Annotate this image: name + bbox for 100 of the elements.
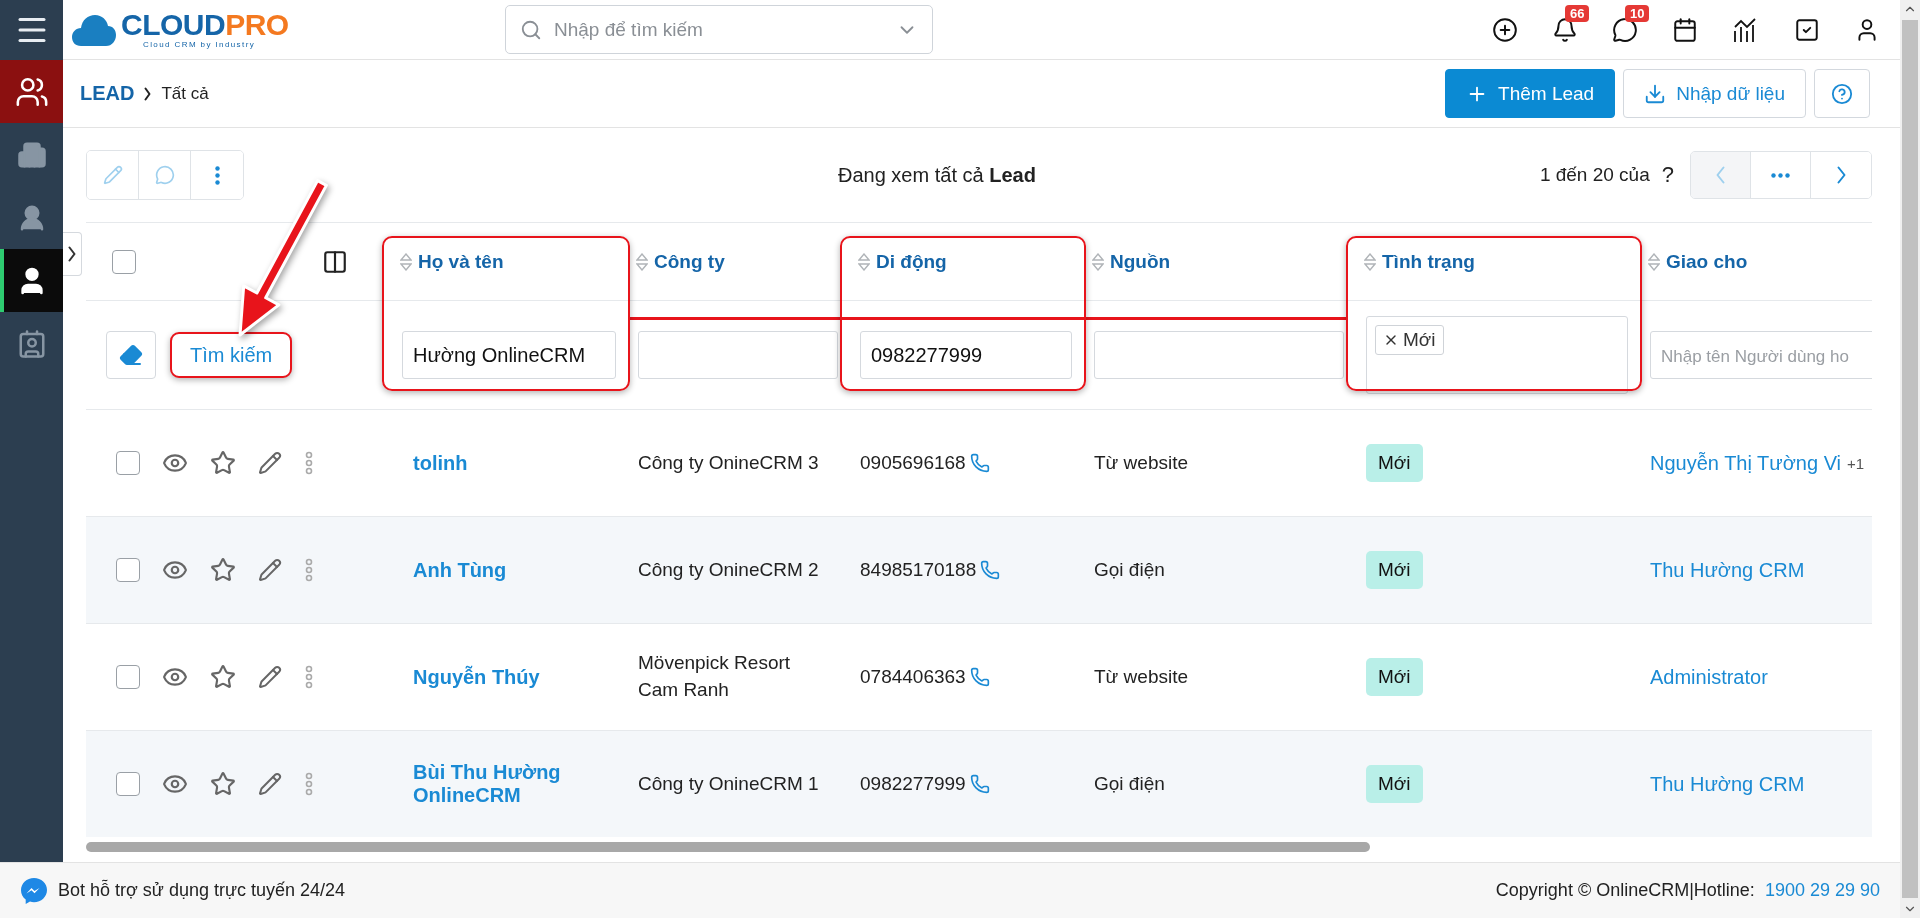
search-button[interactable]: Tìm kiếm [170, 332, 293, 378]
filter-tag[interactable]: Mới [1375, 325, 1444, 355]
sort-icon [858, 252, 870, 271]
contact-card-icon [16, 328, 47, 359]
download-icon [1644, 82, 1667, 105]
page-range: 1 đến 20 của [1539, 164, 1650, 186]
chevron-left-icon [1716, 166, 1725, 184]
more-icon [304, 772, 314, 796]
select-all-checkbox[interactable] [112, 249, 136, 274]
lead-name-link[interactable]: Anh Tùng [402, 558, 507, 582]
favorite-button[interactable] [210, 450, 236, 476]
filter-input[interactable]: Hường OnlineCRM [402, 331, 616, 379]
row-checkbox[interactable] [116, 772, 140, 796]
clear-filter-button[interactable] [106, 331, 156, 379]
hotline-link[interactable]: 1900 29 29 90 [1764, 880, 1880, 901]
row-checkbox[interactable] [116, 451, 140, 475]
checkbox-icon [1794, 16, 1820, 43]
more-button[interactable] [304, 451, 314, 475]
edit-button[interactable] [258, 558, 282, 582]
calendar-icon [1672, 16, 1698, 43]
phone-icon[interactable] [980, 560, 1001, 580]
sidebar-item[interactable] [0, 60, 63, 123]
search-icon [520, 18, 542, 41]
column-header[interactable]: Tình trạng [1352, 223, 1636, 301]
source-text: Gọi điện [1094, 773, 1165, 795]
more-button[interactable] [304, 558, 314, 582]
column-header[interactable]: Di động [846, 223, 1080, 301]
column-header[interactable]: Công ty [624, 223, 846, 301]
extra-count: +1 [1847, 454, 1865, 472]
star-icon [210, 771, 236, 797]
assignee-link[interactable]: Thu Hường CRM [1650, 558, 1805, 582]
assignee-link[interactable]: Nguyễn Thị Tường Vi [1650, 451, 1842, 475]
assignee-link[interactable]: Thu Hường CRM [1650, 772, 1805, 796]
assignee-link[interactable]: Administrator [1650, 665, 1768, 689]
bell-icon [1552, 16, 1578, 43]
more-button[interactable] [304, 665, 314, 689]
favorite-button[interactable] [210, 664, 236, 690]
sort-icon [400, 252, 412, 271]
add-button[interactable]: Thêm Lead [1445, 69, 1616, 118]
header-icon-button[interactable]: 10 [1612, 4, 1654, 43]
more-icon [214, 165, 220, 185]
company-text: Mövenpick Resort Cam Ranh [638, 651, 792, 702]
status-tag: Mới [1366, 765, 1423, 803]
more-button[interactable] [304, 772, 314, 796]
scrollbar-thumb[interactable] [86, 842, 1370, 852]
eraser-icon [119, 343, 143, 367]
more-icon [304, 665, 314, 689]
company-text: Công ty OnineCRM 3 [638, 450, 819, 475]
count-badge: 66 [1565, 4, 1590, 22]
messenger-icon [20, 876, 48, 905]
phone-icon[interactable] [969, 453, 990, 473]
phone-icon[interactable] [969, 774, 990, 794]
source-text: Gọi điện [1094, 559, 1165, 581]
support-text: Bot hỗ trợ sử dụng trực tuyến 24/24 [58, 880, 346, 901]
search-bar[interactable]: Nhập để tìm kiếm [505, 5, 933, 54]
row-checkbox[interactable] [116, 558, 140, 582]
tag-filter-field[interactable]: Mới [1366, 316, 1628, 394]
sort-icon [1364, 252, 1376, 271]
column-header[interactable]: Nguồn [1080, 223, 1352, 301]
lead-name-link[interactable]: tolinh [402, 451, 468, 475]
help-button[interactable] [1814, 69, 1870, 118]
expand-panel-button[interactable] [63, 232, 82, 276]
phone-icon[interactable] [969, 667, 990, 687]
favorite-button[interactable] [210, 557, 236, 583]
status-tag: Mới [1366, 551, 1423, 589]
header-icon-button[interactable]: 66 [1552, 4, 1594, 43]
chat-icon [1612, 16, 1638, 43]
phone-number: 0905696168 [860, 452, 966, 474]
chevron-right-icon [68, 246, 76, 262]
search-input[interactable]: Nhập để tìm kiếm [552, 17, 886, 42]
cloud-icon [71, 12, 117, 47]
star-icon [210, 557, 236, 583]
filter-input[interactable]: Nhập tên Người dùng ho [1650, 331, 1872, 379]
lead-name-link[interactable]: Nguyễn Thúy [402, 665, 540, 689]
row-checkbox[interactable] [116, 665, 140, 689]
copyright-text: Copyright © OnlineCRM|Hotline: [1495, 880, 1755, 901]
sidebar-item[interactable] [0, 249, 63, 312]
lead-name-link[interactable]: Bùi Thu Hường OnlineCRM [402, 761, 572, 807]
pencil-icon [102, 165, 123, 185]
company-text: Công ty OnineCRM 1 [638, 771, 819, 796]
star-icon [210, 664, 236, 690]
columns-icon[interactable] [322, 248, 348, 275]
breadcrumb-link[interactable]: LEAD [80, 82, 135, 105]
column-header[interactable]: Họ và tên [388, 223, 624, 301]
logo-text: CLOUDPRO [121, 10, 289, 40]
chevron-right-icon [1836, 166, 1846, 184]
filter-input[interactable] [1094, 331, 1344, 379]
logo-tagline: Cloud CRM by Industry [143, 40, 257, 49]
source-text: Từ website [1094, 666, 1189, 688]
edit-button[interactable] [258, 772, 282, 796]
import-button[interactable]: Nhập dữ liệu [1623, 69, 1806, 118]
filter-input[interactable]: 0982277999 [860, 331, 1072, 379]
favorite-button[interactable] [210, 771, 236, 797]
filter-input[interactable] [638, 331, 838, 379]
more-icon [304, 451, 314, 475]
sort-icon [636, 252, 648, 271]
scrollbar-thumb[interactable] [1902, 20, 1918, 898]
edit-button[interactable] [258, 451, 282, 475]
status-tag: Mới [1366, 444, 1423, 482]
edit-button[interactable] [258, 665, 282, 689]
